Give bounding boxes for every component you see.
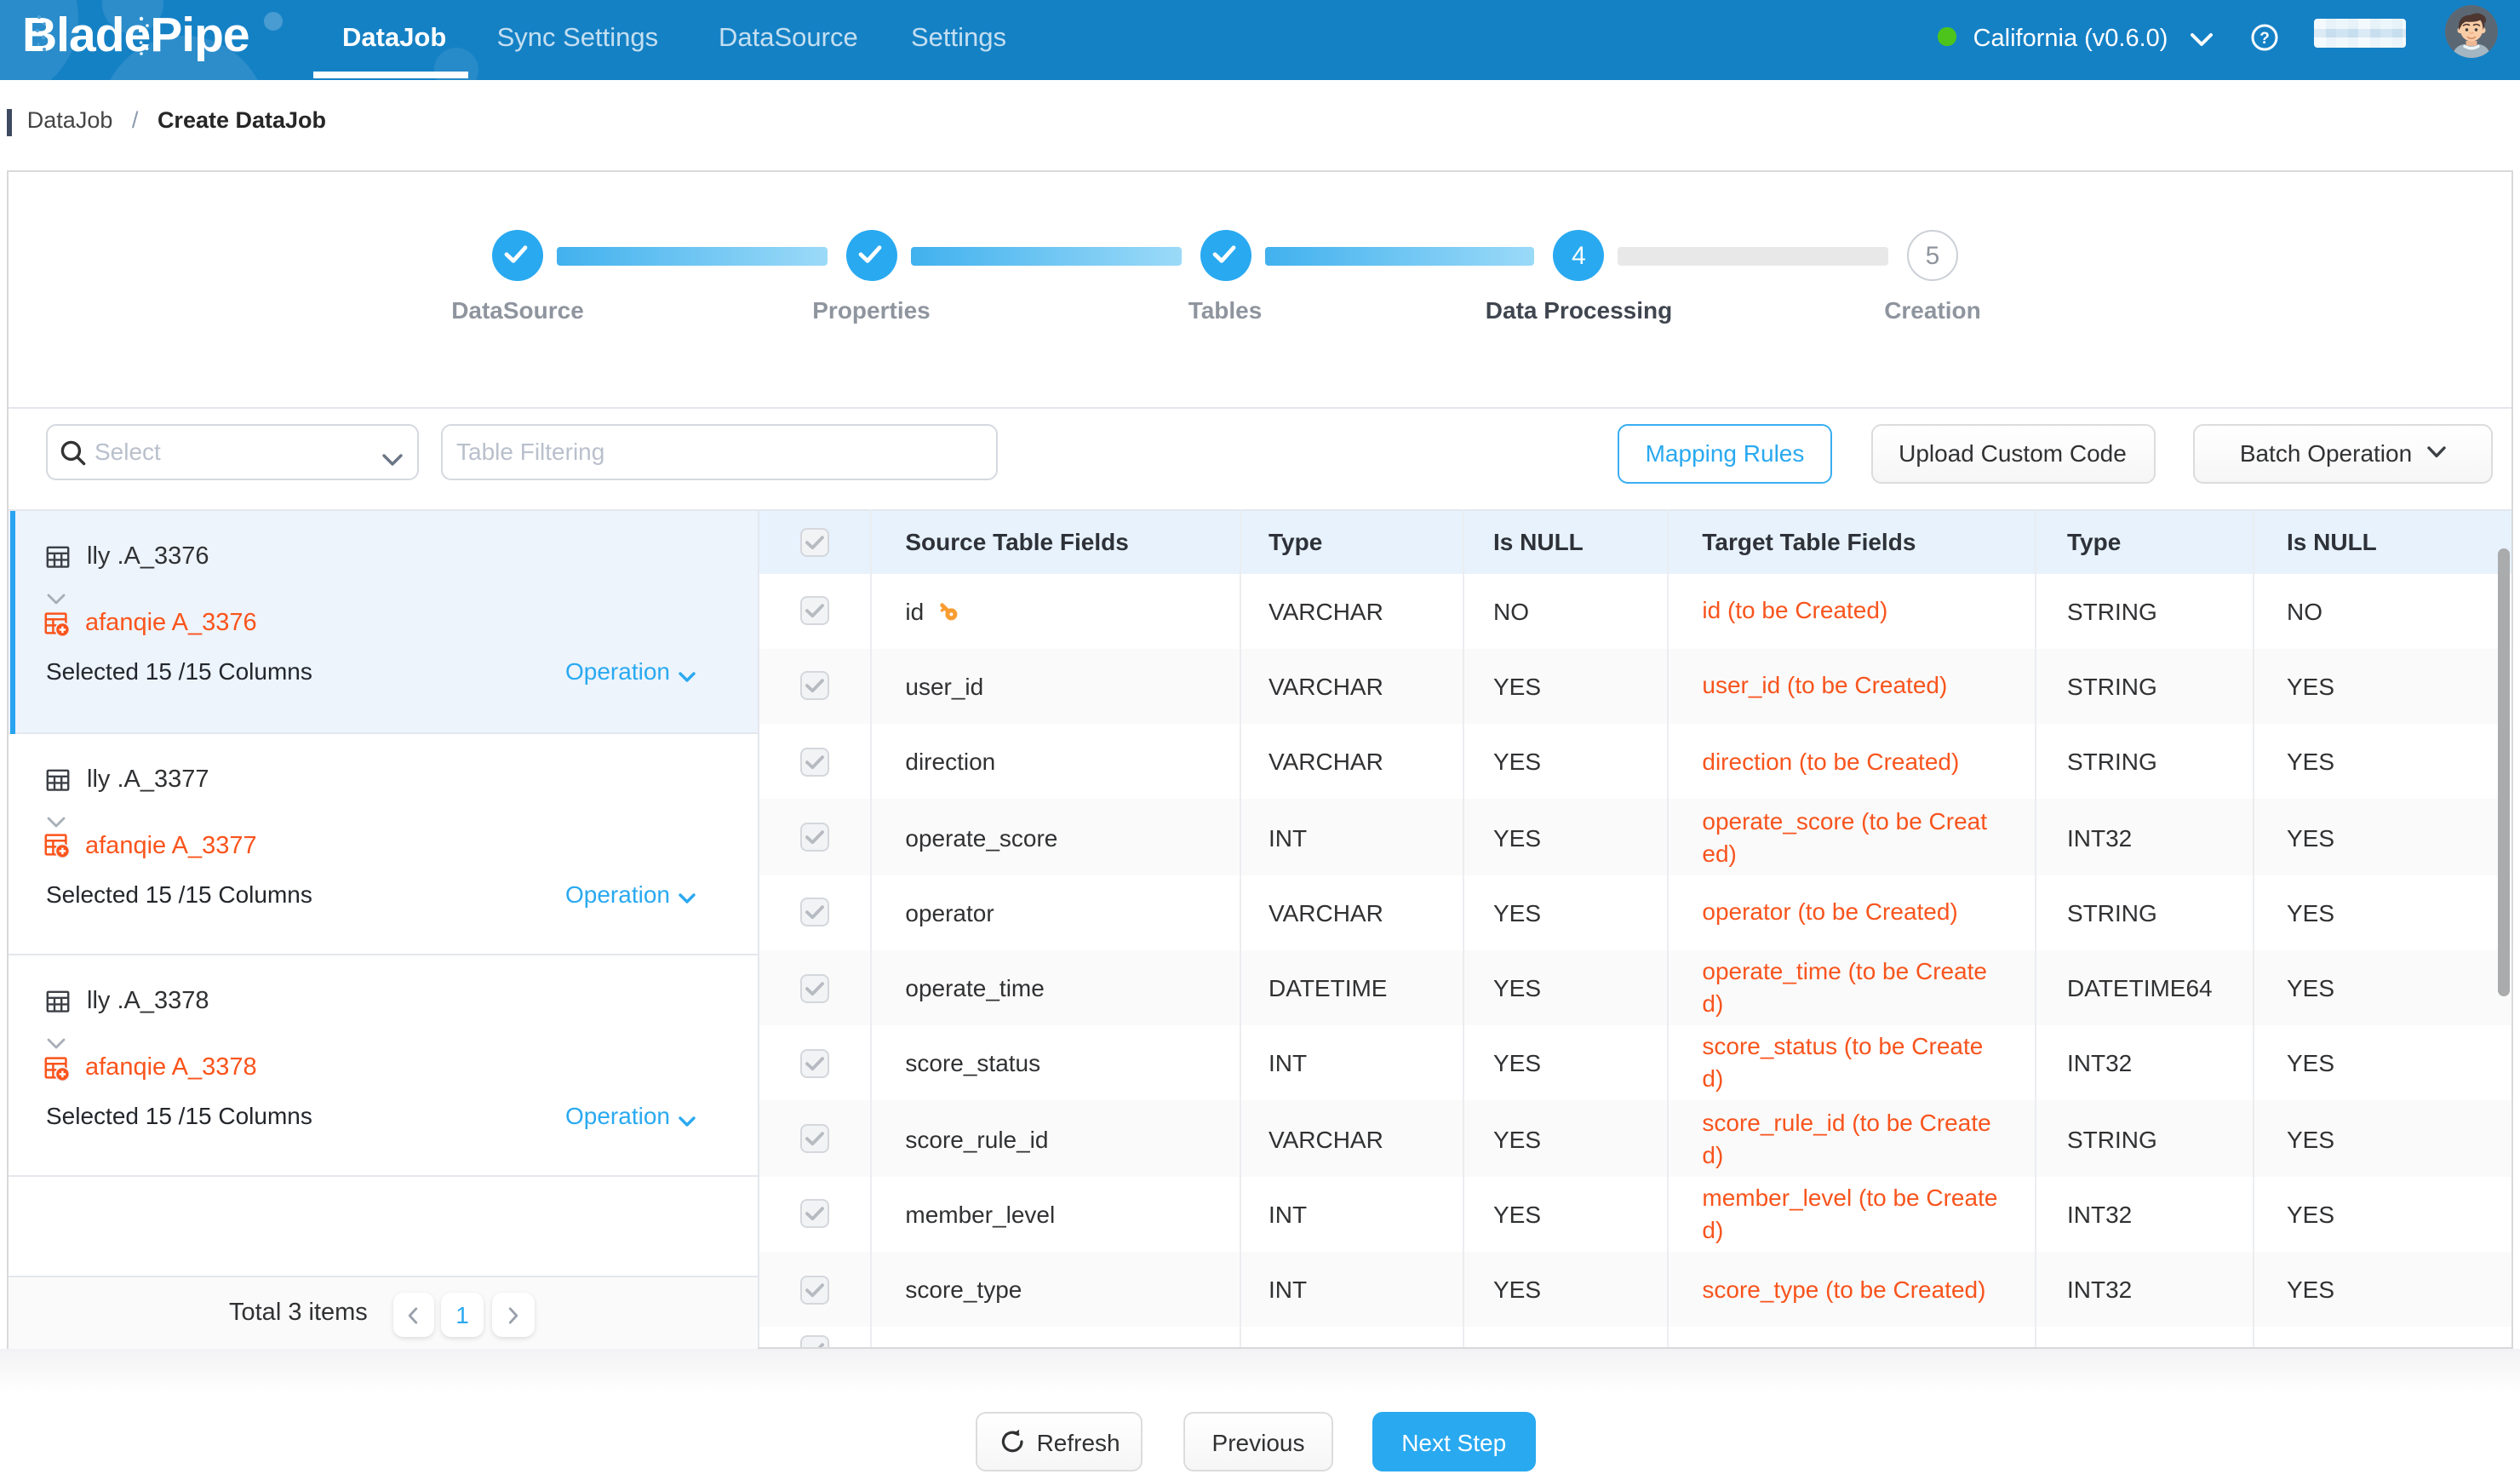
svg-text:?: ? [2259,30,2270,48]
